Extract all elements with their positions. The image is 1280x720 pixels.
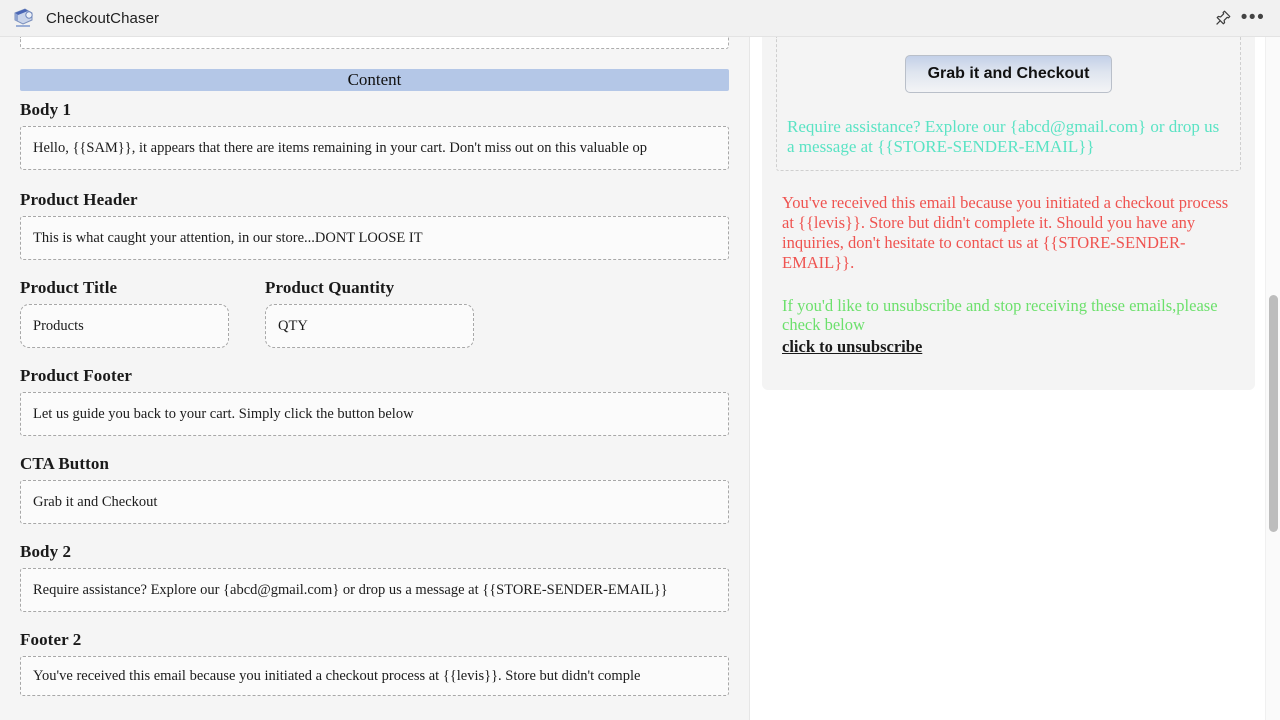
pin-icon[interactable] xyxy=(1208,3,1238,33)
email-preview-body-section: Grab it and Checkout Require assistance?… xyxy=(776,37,1241,172)
field-label-body-2: Body 2 xyxy=(20,542,72,561)
field-label-product-title: Product Title xyxy=(20,278,118,297)
field-label-product-quantity: Product Quantity xyxy=(265,278,395,297)
section-header-content: Content xyxy=(20,69,729,91)
field-body-2: Body 2 Require assistance? Explore our {… xyxy=(20,542,729,612)
field-input-body-1[interactable]: Hello, {{SAM}}, it appears that there ar… xyxy=(20,126,729,170)
preview-cta-wrapper: Grab it and Checkout xyxy=(787,55,1230,93)
field-input-product-title[interactable]: Products xyxy=(20,304,229,348)
vertical-scrollbar-track[interactable] xyxy=(1265,37,1280,720)
more-options-glyph: ••• xyxy=(1240,7,1266,28)
field-product-quantity: Product Quantity QTY xyxy=(265,278,474,348)
field-product-header: Product Header This is what caught your … xyxy=(20,190,729,260)
preview-cta-button[interactable]: Grab it and Checkout xyxy=(904,55,1113,93)
vertical-scrollbar-thumb[interactable] xyxy=(1269,295,1278,532)
email-preview-card: Grab it and Checkout Require assistance?… xyxy=(762,37,1255,390)
field-input-footer-2[interactable]: You've received this email because you i… xyxy=(20,656,729,696)
field-input-product-header[interactable]: This is what caught your attention, in o… xyxy=(20,216,729,260)
field-label-cta-button: CTA Button xyxy=(20,454,110,473)
more-options-icon[interactable]: ••• xyxy=(1238,3,1268,33)
field-input-product-quantity[interactable]: QTY xyxy=(265,304,474,348)
checkout-chaser-logo-icon xyxy=(12,6,36,30)
template-editor-panel: Content Body 1 Hello, {{SAM}}, it appear… xyxy=(0,37,750,720)
field-row-title-quantity: Product Title Products Product Quantity … xyxy=(20,278,729,348)
preview-footer2-text: You've received this email because you i… xyxy=(782,193,1229,273)
field-input-above-cutoff[interactable] xyxy=(20,37,729,49)
field-footer-2: Footer 2 You've received this email beca… xyxy=(20,630,729,696)
app-title: CheckoutChaser xyxy=(46,9,160,27)
field-input-cta-button[interactable]: Grab it and Checkout xyxy=(20,480,729,524)
field-label-product-header: Product Header xyxy=(20,190,138,209)
field-label-body-1: Body 1 xyxy=(20,100,72,119)
field-product-footer: Product Footer Let us guide you back to … xyxy=(20,366,729,436)
email-preview-panel: Grab it and Checkout Require assistance?… xyxy=(751,37,1280,720)
field-label-product-footer: Product Footer xyxy=(20,366,133,385)
field-input-product-footer[interactable]: Let us guide you back to your cart. Simp… xyxy=(20,392,729,436)
field-body-1: Body 1 Hello, {{SAM}}, it appears that t… xyxy=(20,100,729,170)
preview-unsubscribe-text: If you'd like to unsubscribe and stop re… xyxy=(782,295,1218,335)
field-label-footer-2: Footer 2 xyxy=(20,630,82,649)
field-input-body-2[interactable]: Require assistance? Explore our {abcd@gm… xyxy=(20,568,729,612)
preview-unsubscribe-link[interactable]: click to unsubscribe xyxy=(782,337,922,357)
section-header-label: Content xyxy=(347,70,402,89)
page-body: Content Body 1 Hello, {{SAM}}, it appear… xyxy=(0,37,1280,720)
field-cta-button: CTA Button Grab it and Checkout xyxy=(20,454,729,524)
app-titlebar: CheckoutChaser ••• xyxy=(0,0,1280,37)
preview-body2-text: Require assistance? Explore our {abcd@gm… xyxy=(787,117,1220,156)
field-product-title: Product Title Products xyxy=(20,278,229,348)
